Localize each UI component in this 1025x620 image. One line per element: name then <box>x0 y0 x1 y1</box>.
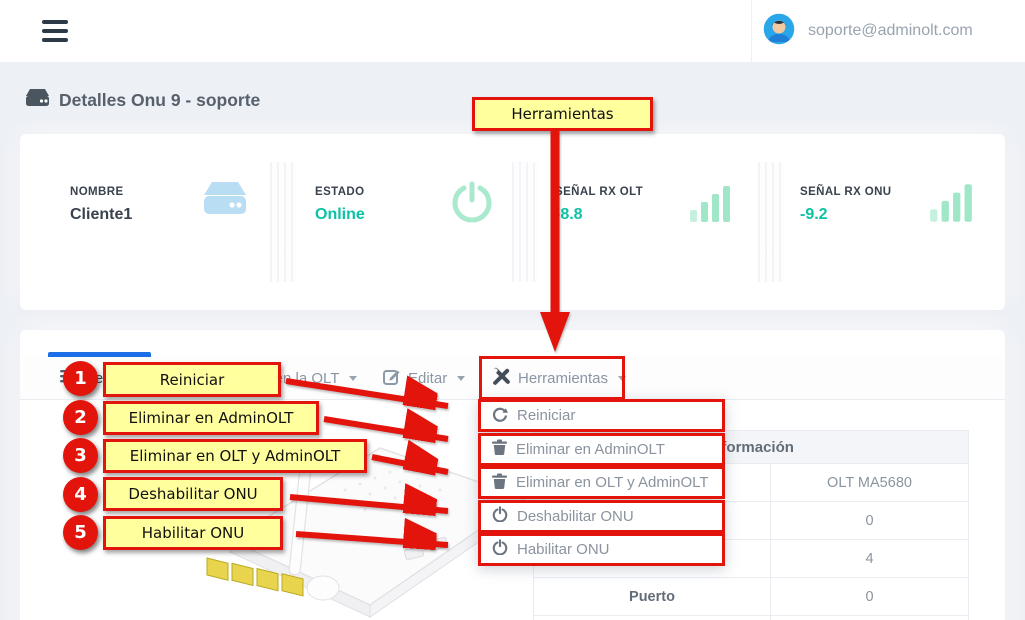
menu-item-deshabilitar-onu[interactable]: Deshabilitar ONU <box>478 500 725 533</box>
edit-icon <box>383 368 400 389</box>
stat-senal-rx-olt: SEÑAL RX OLT -8.8 <box>555 186 643 224</box>
page-title: Detalles Onu 9 - soporte <box>59 90 260 111</box>
annotation-label: Herramientas <box>511 105 613 123</box>
stat-label: ESTADO <box>315 186 365 198</box>
active-tab-indicator <box>48 352 151 357</box>
annotation-box-herramientas-button <box>479 356 625 400</box>
stat-nombre: NOMBRE Cliente1 <box>70 186 132 224</box>
annotation-number-5: 5 <box>63 515 98 550</box>
trash-icon <box>492 439 507 459</box>
annotation-number-1: 1 <box>63 361 98 396</box>
stat-value: Cliente1 <box>70 206 132 224</box>
hamburger-menu-icon[interactable] <box>42 20 68 42</box>
table-row: Puerto0 <box>534 578 969 616</box>
divider <box>512 162 538 282</box>
power-icon <box>492 506 508 526</box>
divider <box>758 162 784 282</box>
tab-label: Editar <box>408 370 447 387</box>
user-avatar <box>762 12 796 51</box>
router-icon <box>202 180 248 223</box>
stat-label: SEÑAL RX OLT <box>555 186 643 198</box>
menu-item-label: Reiniciar <box>517 407 575 424</box>
user-account-menu[interactable]: soporte@adminolt.com <box>762 12 973 50</box>
table-row <box>534 616 969 620</box>
signal-bars-icon <box>688 182 734 231</box>
annotation-label: Reiniciar <box>160 371 225 389</box>
annotation-number-4: 4 <box>63 477 98 512</box>
stat-label: NOMBRE <box>70 186 132 198</box>
annotation-label: Habilitar ONU <box>142 524 245 542</box>
annotation-number-3: 3 <box>63 438 98 473</box>
navbar-divider <box>751 0 752 62</box>
signal-bars-icon <box>928 180 976 231</box>
menu-item-label: Eliminar en AdminOLT <box>516 441 665 458</box>
annotation-callout-eliminar-olt-adminolt: Eliminar en OLT y AdminOLT <box>103 439 367 473</box>
annotation-number-2: 2 <box>63 400 98 435</box>
annotation-label: Eliminar en AdminOLT <box>129 409 294 427</box>
stat-label: SEÑAL RX ONU <box>800 186 892 198</box>
user-email: soporte@adminolt.com <box>808 22 973 40</box>
stat-value: Online <box>315 206 365 224</box>
annotation-label: Deshabilitar ONU <box>128 485 257 503</box>
divider <box>270 162 296 282</box>
annotation-label: Eliminar en OLT y AdminOLT <box>130 447 340 465</box>
annotation-callout-reiniciar: Reiniciar <box>103 362 281 397</box>
herramientas-dropdown-menu: Reiniciar Eliminar en AdminOLT Eliminar … <box>478 399 725 566</box>
refresh-icon <box>492 406 508 426</box>
tab-editar[interactable]: Editar <box>383 357 465 399</box>
menu-item-eliminar-olt-adminolt[interactable]: Eliminar en OLT y AdminOLT <box>478 466 725 499</box>
menu-item-label: Deshabilitar ONU <box>517 508 634 525</box>
annotation-callout-deshabilitar-onu: Deshabilitar ONU <box>103 477 283 511</box>
stat-value: -8.8 <box>555 206 643 224</box>
annotation-callout-eliminar-adminolt: Eliminar en AdminOLT <box>103 401 319 435</box>
power-icon <box>448 178 496 231</box>
menu-item-label: Habilitar ONU <box>517 541 610 558</box>
annotation-tooltip-herramientas: Herramientas <box>472 97 653 131</box>
power-icon <box>492 539 508 559</box>
stat-senal-rx-onu: SEÑAL RX ONU -9.2 <box>800 186 892 224</box>
page-header: Detalles Onu 9 - soporte <box>25 88 260 113</box>
onu-status-card: NOMBRE Cliente1 ESTADO Online SEÑAL RX O… <box>20 134 1005 310</box>
menu-item-eliminar-adminolt[interactable]: Eliminar en AdminOLT <box>478 433 725 466</box>
stat-value: -9.2 <box>800 206 892 224</box>
chevron-down-icon <box>457 376 465 381</box>
chevron-down-icon <box>349 376 357 381</box>
menu-item-label: Eliminar en OLT y AdminOLT <box>516 474 709 491</box>
top-navbar: soporte@adminolt.com <box>0 0 1025 62</box>
menu-item-habilitar-onu[interactable]: Habilitar ONU <box>478 533 725 566</box>
annotation-callout-habilitar-onu: Habilitar ONU <box>103 516 283 550</box>
trash-icon <box>492 473 507 493</box>
menu-item-reiniciar[interactable]: Reiniciar <box>478 399 725 432</box>
stat-estado: ESTADO Online <box>315 186 365 224</box>
onu-device-icon <box>25 88 50 113</box>
